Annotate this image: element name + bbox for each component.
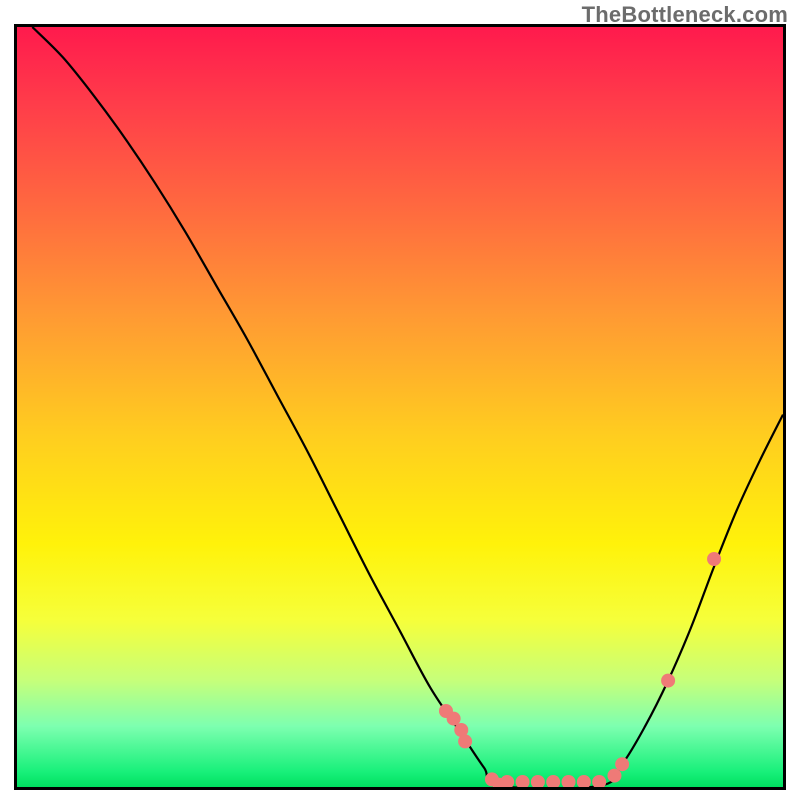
highlight-dot <box>661 674 675 688</box>
highlight-dot <box>707 552 721 566</box>
highlight-dot <box>546 775 560 787</box>
highlight-dot <box>458 734 472 748</box>
chart-frame <box>14 24 786 790</box>
highlight-dot <box>531 775 545 787</box>
bottleneck-curve <box>32 27 783 787</box>
highlight-dot <box>447 712 461 726</box>
highlight-dot <box>607 769 621 783</box>
highlight-dot <box>500 775 514 787</box>
highlight-dot <box>516 775 530 787</box>
highlight-dot <box>592 775 606 787</box>
chart-svg <box>17 27 783 787</box>
highlight-dots-group <box>439 552 721 787</box>
highlight-dot <box>615 757 629 771</box>
highlight-dot <box>562 775 576 787</box>
highlight-dot <box>577 775 591 787</box>
